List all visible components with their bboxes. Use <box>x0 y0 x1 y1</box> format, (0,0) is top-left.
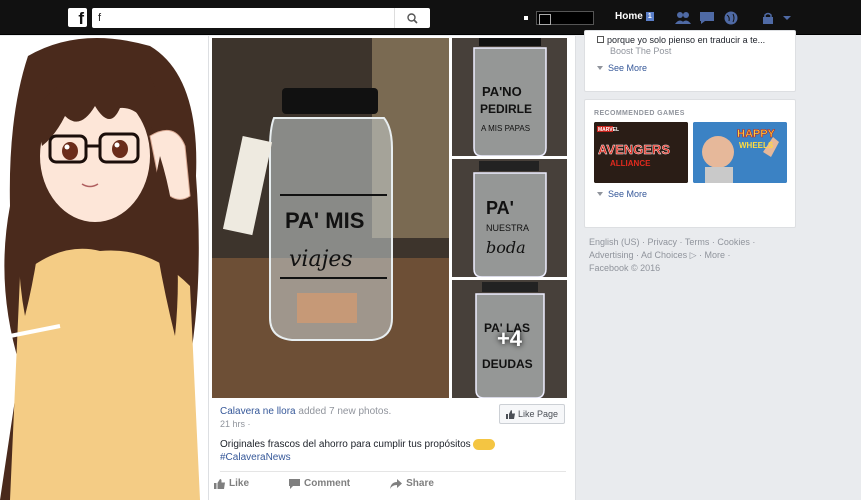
game1-brand: MARVEL <box>598 127 619 133</box>
jar-label-line3: boda <box>486 238 526 257</box>
home-badge: 1 <box>645 12 654 21</box>
footer-link-ad-choices[interactable]: Ad Choices <box>641 250 687 260</box>
avengers-alliance-image: MARVEL AVENGERS ALLIANCE <box>594 122 688 183</box>
anime-girl-illustration <box>0 36 208 500</box>
main-photo[interactable]: PA' MIS viajes <box>212 38 449 398</box>
search-icon <box>407 12 418 24</box>
jar-label-line1: PA' MIS <box>285 208 364 233</box>
separator-dot <box>524 15 528 20</box>
avatar[interactable] <box>536 10 594 25</box>
post-actions: Like Comment Share <box>209 478 577 489</box>
game-happy-wheels[interactable]: HAPPY WHEELS <box>693 122 787 183</box>
home-label: Home <box>615 11 643 22</box>
messages-icon[interactable] <box>699 11 715 25</box>
game-avengers-alliance[interactable]: MARVEL AVENGERS ALLIANCE <box>594 122 688 183</box>
footer-link-language[interactable]: English (US) <box>589 237 640 247</box>
photo-thumbnail-1[interactable]: PA'NO PEDIRLE A MIS PAPAS <box>452 38 567 156</box>
photo-grid: PA' MIS viajes PA'NO PEDIRLE A MIS PAPAS <box>212 38 567 398</box>
anime-girl-image <box>0 38 200 500</box>
share-icon <box>390 478 403 489</box>
comment-icon <box>289 478 301 489</box>
jar-label-line1: PA' <box>486 198 514 218</box>
like-page-button[interactable]: Like Page <box>499 404 565 424</box>
chevron-down-icon <box>597 192 603 196</box>
home-link[interactable]: Home 1 <box>615 11 654 22</box>
photo-thumbnail-2[interactable]: PA' NUESTRA boda <box>452 159 567 277</box>
happy-wheels-image: HAPPY WHEELS <box>693 122 787 183</box>
friend-requests-icon[interactable] <box>675 11 691 25</box>
comment-label: Comment <box>304 478 351 489</box>
game2-subtitle: WHEELS <box>739 141 774 150</box>
trending-item-text: porque yo solo pienso en traducir a te..… <box>607 35 766 45</box>
trending-panel: porque yo solo pienso en traducir a te..… <box>584 30 796 92</box>
checkbox-icon <box>597 36 604 43</box>
footer-link-privacy[interactable]: Privacy <box>648 237 678 247</box>
game2-title: HAPPY <box>737 128 776 140</box>
game1-title: AVENGERS <box>598 142 670 157</box>
hashtag-link[interactable]: #CalaveraNews <box>220 452 291 463</box>
trending-item-sub[interactable]: Boost The Post <box>585 46 795 56</box>
jar-image: PA' MIS viajes <box>212 38 449 398</box>
see-more-games-link[interactable]: See More <box>585 189 795 199</box>
jar-image: PA' NUESTRA boda <box>452 159 567 277</box>
footer-link-advertising[interactable]: Advertising <box>589 250 634 260</box>
see-more-label: See More <box>608 63 648 73</box>
footer-link-terms[interactable]: Terms <box>685 237 710 247</box>
post-caption: Originales frascos del ahorro para cumpl… <box>220 438 560 464</box>
thumbs-up-icon <box>505 409 515 419</box>
share-label: Share <box>406 478 434 489</box>
quick-help-lock-icon[interactable] <box>760 11 776 25</box>
news-feed-post: PA' MIS viajes PA'NO PEDIRLE A MIS PAPAS <box>208 36 576 500</box>
recommended-games-title: RECOMMENDED GAMES <box>594 110 685 117</box>
jar-label-line2: PEDIRLE <box>480 102 532 116</box>
search-box <box>92 8 430 28</box>
see-more-link[interactable]: See More <box>585 63 795 73</box>
see-more-label: See More <box>608 189 648 199</box>
footer: English (US) · Privacy · Terms · Cookies… <box>589 236 799 275</box>
trending-item[interactable]: porque yo solo pienso en traducir a te..… <box>585 31 795 46</box>
chevron-down-icon <box>597 66 603 70</box>
like-button[interactable]: Like <box>214 478 249 489</box>
emoji-icon <box>473 438 496 450</box>
game1-subtitle: ALLIANCE <box>610 159 651 168</box>
page-name-link[interactable]: Calavera ne llora <box>220 406 296 417</box>
more-photos-count[interactable]: +4 <box>452 280 567 398</box>
post-timestamp[interactable]: 21 hrs <box>220 419 245 429</box>
thumbs-up-icon <box>214 478 225 489</box>
jar-label-line2: viajes <box>289 247 353 272</box>
notifications-globe-icon[interactable] <box>723 11 739 25</box>
post-header: Calavera ne llora added 7 new photos. 21… <box>220 406 500 429</box>
recommended-games-panel: RECOMMENDED GAMES MARVEL AVENGERS ALLIAN… <box>584 99 796 228</box>
jar-image: PA'NO PEDIRLE A MIS PAPAS <box>452 38 567 156</box>
photo-thumbnail-3[interactable]: PA' LAS DEUDAS +4 <box>452 280 567 398</box>
profile-link[interactable] <box>524 10 594 25</box>
share-button[interactable]: Share <box>390 478 434 489</box>
comment-button[interactable]: Comment <box>289 478 350 489</box>
ad-choices-icon: ▷ <box>689 250 697 260</box>
facebook-logo-icon[interactable]: f <box>68 8 87 27</box>
globe-icon: · <box>247 419 251 429</box>
jar-label-line3: A MIS PAPAS <box>481 124 530 133</box>
jar-label-line1: PA'NO <box>482 84 522 99</box>
account-menu-chevron-down-icon[interactable] <box>782 11 792 25</box>
like-label: Like <box>229 478 250 489</box>
like-page-label: Like Page <box>517 409 559 419</box>
divider <box>220 471 566 472</box>
post-action-text: added 7 new photos. <box>298 406 392 417</box>
footer-link-more[interactable]: More <box>705 250 726 260</box>
footer-link-cookies[interactable]: Cookies <box>717 237 750 247</box>
search-button[interactable] <box>394 8 430 28</box>
jar-label-line2: NUESTRA <box>486 223 529 233</box>
search-input[interactable] <box>92 8 392 28</box>
copyright: Facebook © 2016 <box>589 263 661 273</box>
caption-text: Originales frascos del ahorro para cumpl… <box>220 439 471 450</box>
